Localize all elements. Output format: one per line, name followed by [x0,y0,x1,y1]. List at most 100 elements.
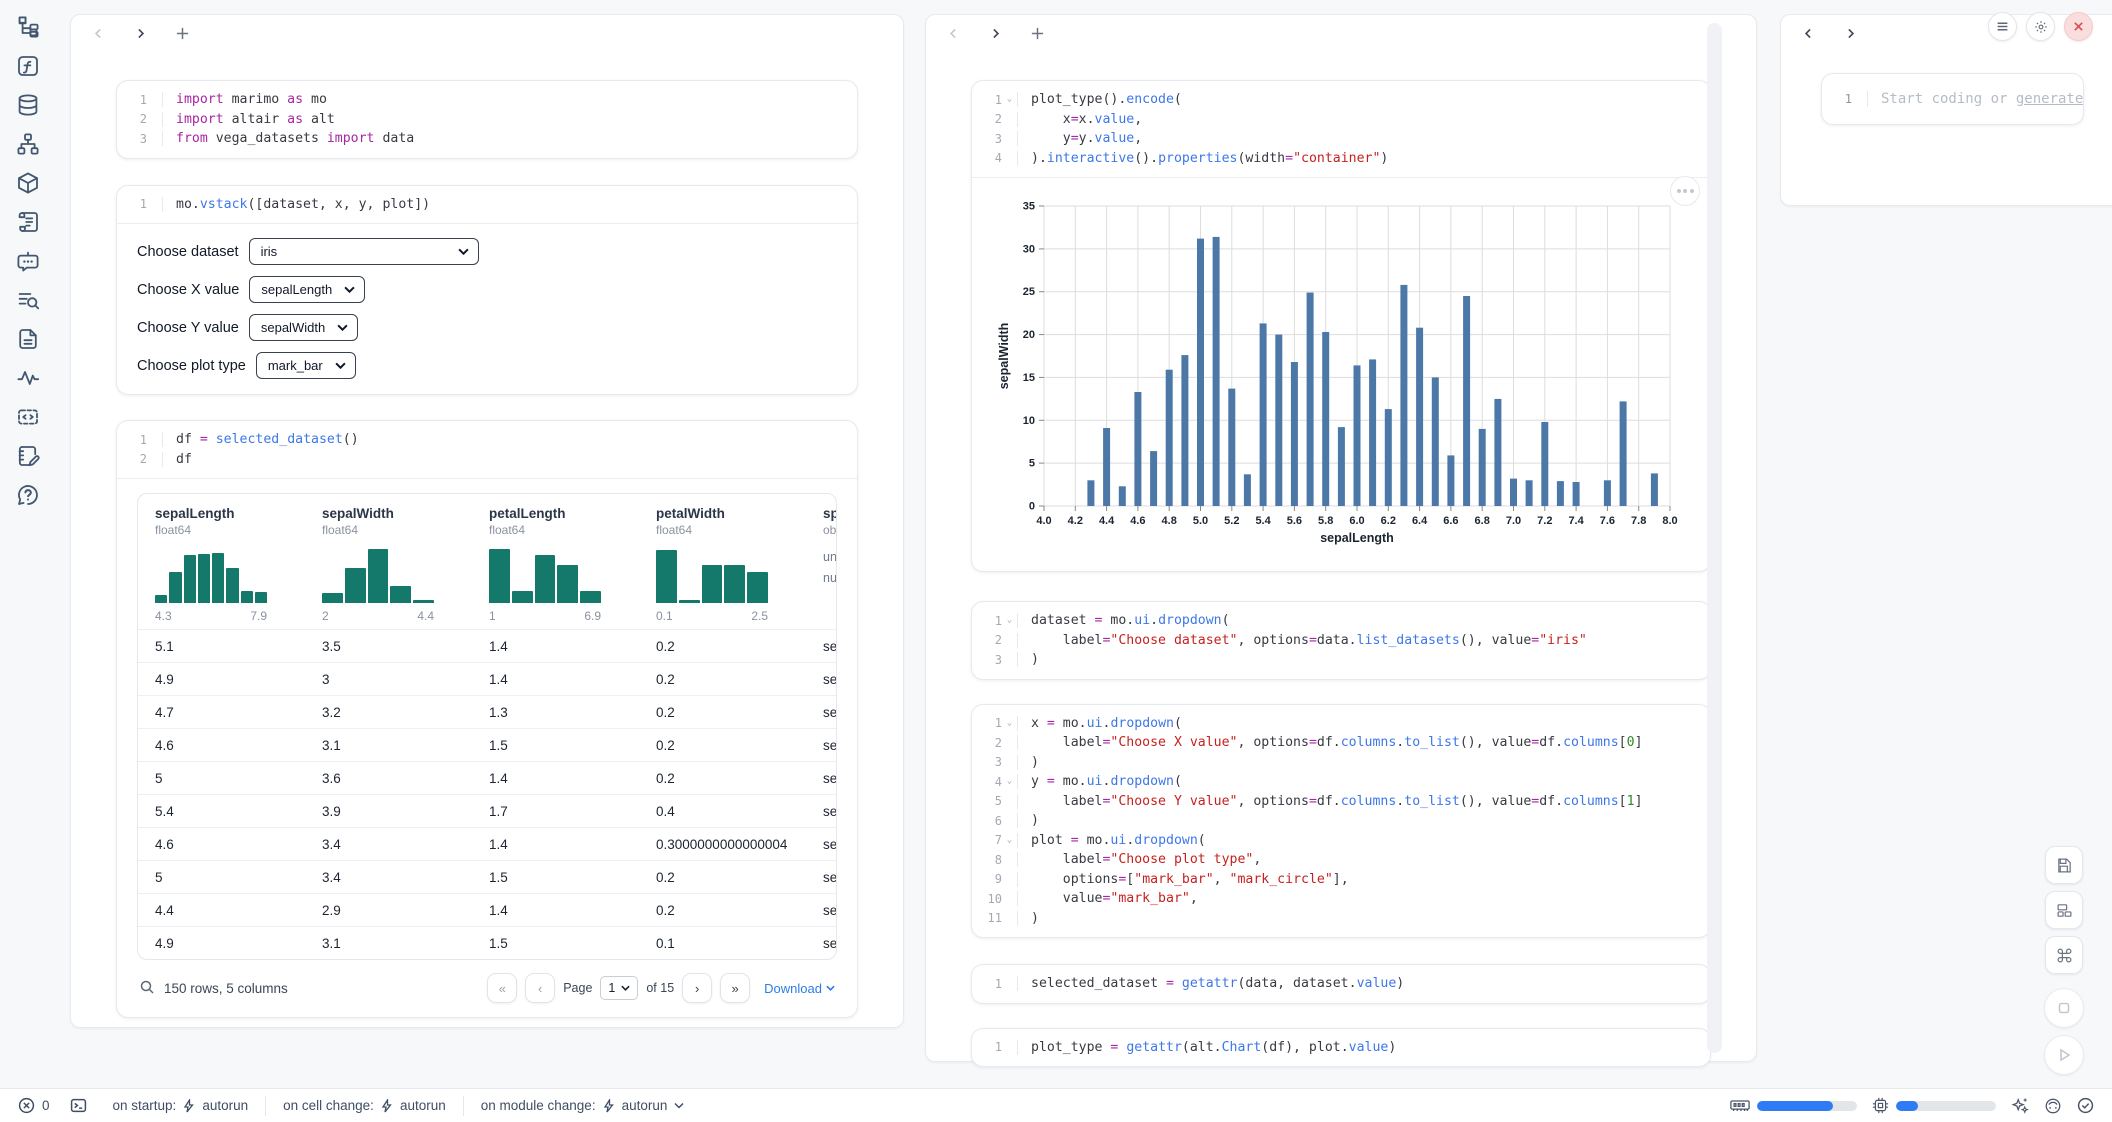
chat-bot-icon[interactable] [13,246,43,276]
snippets-icon[interactable] [13,402,43,432]
command-palette-button[interactable] [2045,936,2083,974]
xy-dropdown-cell-line[interactable]: 5 label="Choose Y value", options=df.col… [972,792,1710,812]
xy-dropdown-cell-line[interactable]: 4⌄y = mo.ui.dropdown( [972,772,1710,792]
function-square-icon[interactable] [13,51,43,81]
collapse-left-icon[interactable] [942,22,964,44]
dataset-dropdown-cell-line[interactable]: 2 label="Choose dataset", options=data.l… [972,631,1710,651]
table-row[interactable]: 4.931.40.2setosa [138,662,836,695]
cell-selected-dataset[interactable]: 1selected_dataset = getattr(data, datase… [971,964,1711,1004]
error-count[interactable]: 0 [18,1097,50,1114]
vstack-cell-line[interactable]: 1mo.vstack([dataset, x, y, plot]) [117,195,857,215]
collapse-right-icon[interactable] [984,22,1006,44]
xy-dropdown-cell-line[interactable]: 10 value="mark_bar", [972,889,1710,909]
xy-dropdown-cell-line[interactable]: 2 label="Choose X value", options=df.col… [972,733,1710,753]
first-page-button[interactable]: « [487,973,517,1003]
last-page-button[interactable]: » [720,973,750,1003]
run-all-button[interactable] [2044,1035,2084,1075]
encode-cell-line[interactable]: 2 x=x.value, [972,110,1710,130]
scratch-cell-line[interactable]: 1Start coding or generate with AI [1822,73,2083,125]
panel-scrollbar[interactable] [1707,23,1722,1053]
ram-usage[interactable] [1730,1098,1857,1113]
database-icon[interactable] [13,90,43,120]
bar-chart[interactable]: 051015202530354.04.24.44.64.85.05.25.45.… [992,192,1711,554]
cell-vstack[interactable]: 1mo.vstack([dataset, x, y, plot]) Choose… [116,185,858,396]
close-button[interactable] [2064,12,2093,41]
download-button[interactable]: Download [764,981,835,996]
fold-chevron-icon[interactable]: ⌄ [1002,95,1017,104]
dropdown-choose-dataset[interactable]: iris [249,238,479,265]
encode-cell-line[interactable]: 1⌄plot_type().encode( [972,90,1710,110]
cell-new-empty[interactable]: 1Start coding or generate with AI [1821,73,2084,125]
imports-cell-line[interactable]: 1import marimo as mo [117,90,857,110]
df-cell-line[interactable]: 1df = selected_dataset() [117,430,857,450]
dropdown-choose-x-value[interactable]: sepalLength [249,276,365,303]
table-row[interactable]: 4.42.91.40.2setosa [138,893,836,926]
dropdown-choose-y-value[interactable]: sepalWidth [249,314,358,341]
xy-dropdown-cell-line[interactable]: 1⌄x = mo.ui.dropdown( [972,714,1710,734]
xy-dropdown-cell-line[interactable]: 8 label="Choose plot type", [972,850,1710,870]
collapse-left-icon[interactable] [1797,22,1819,44]
tracing-activity-icon[interactable] [13,363,43,393]
encode-cell-line[interactable]: 3 y=y.value, [972,129,1710,149]
layout-toggle-button[interactable] [2045,891,2083,929]
table-row[interactable]: 5.43.91.70.4setosa [138,794,836,827]
next-page-button[interactable]: › [682,973,712,1003]
add-cell-icon[interactable] [1026,22,1048,44]
table-row[interactable]: 4.63.41.40.3000000000000004setosa [138,827,836,860]
column-header-species[interactable]: speciesobject [806,506,837,537]
cell-dataset-dropdown[interactable]: 1⌄dataset = mo.ui.dropdown(2 label="Choo… [971,601,1711,680]
package-icon[interactable] [13,168,43,198]
logs-scroll-icon[interactable] [13,207,43,237]
settings-gear-button[interactable] [2026,12,2055,41]
selected-dataset-cell-line[interactable]: 1selected_dataset = getattr(data, datase… [972,974,1710,994]
cell-chart[interactable]: 1⌄plot_type().encode(2 x=x.value,3 y=y.v… [971,80,1711,572]
chart-menu-icon[interactable] [1670,176,1700,206]
cell-plot-type[interactable]: 1plot_type = getattr(alt.Chart(df), plot… [971,1028,1711,1068]
copilot-button[interactable] [2044,1097,2062,1115]
cpu-usage[interactable] [1872,1097,1996,1114]
table-row[interactable]: 4.93.11.50.1setosa [138,926,836,959]
menu-button[interactable] [1988,12,2017,41]
xy-dropdown-cell-line[interactable]: 6) [972,811,1710,831]
collapse-left-icon[interactable] [87,22,109,44]
collapse-right-icon[interactable] [129,22,151,44]
cell-imports[interactable]: 1import marimo as mo2import altair as al… [116,80,858,159]
xy-dropdown-cell-line[interactable]: 3) [972,753,1710,773]
collapse-right-icon[interactable] [1839,22,1861,44]
documentation-icon[interactable] [13,324,43,354]
df-cell-line[interactable]: 2df [117,450,857,470]
prev-page-button[interactable]: ‹ [525,973,555,1003]
dependency-graph-icon[interactable] [13,129,43,159]
on-module-change-setting[interactable]: on module change: autorun [481,1098,685,1113]
encode-cell-line[interactable]: 4).interactive().properties(width="conta… [972,149,1710,169]
table-row[interactable]: 53.61.40.2setosa [138,761,836,794]
xy-dropdown-cell-line[interactable]: 7⌄plot = mo.ui.dropdown( [972,831,1710,851]
column-header-petalWidth[interactable]: petalWidthfloat64 [639,506,806,537]
dataset-dropdown-cell-line[interactable]: 3) [972,650,1710,670]
table-row[interactable]: 5.13.51.40.2setosa [138,629,836,662]
help-icon[interactable] [13,480,43,510]
table-row[interactable]: 53.41.50.2setosa [138,860,836,893]
column-header-sepalLength[interactable]: sepalLengthfloat64 [138,506,305,537]
stop-button[interactable] [2044,988,2084,1028]
save-button[interactable] [2045,846,2083,884]
fold-chevron-icon[interactable]: ⌄ [1002,777,1017,786]
ai-sparkles-button[interactable] [2011,1097,2029,1115]
fold-chevron-icon[interactable]: ⌄ [1002,836,1017,845]
scratchpad-icon[interactable] [13,441,43,471]
cell-dataframe[interactable]: 1df = selected_dataset()2df sepalLengthf… [116,420,858,1018]
on-startup-setting[interactable]: on startup: autorun [113,1098,249,1113]
table-row[interactable]: 4.73.21.30.2setosa [138,695,836,728]
terminal-button[interactable] [70,1097,87,1114]
file-tree-icon[interactable] [13,12,43,42]
list-search-icon[interactable] [13,285,43,315]
imports-cell-line[interactable]: 2import altair as alt [117,110,857,130]
fold-chevron-icon[interactable]: ⌄ [1002,719,1017,728]
table-search-icon[interactable] [139,979,155,998]
column-header-sepalWidth[interactable]: sepalWidthfloat64 [305,506,472,537]
table-row[interactable]: 4.63.11.50.2setosa [138,728,836,761]
on-cell-change-setting[interactable]: on cell change: autorun [283,1098,446,1113]
dataset-dropdown-cell-line[interactable]: 1⌄dataset = mo.ui.dropdown( [972,611,1710,631]
plot-type-cell-line[interactable]: 1plot_type = getattr(alt.Chart(df), plot… [972,1038,1710,1058]
column-header-petalLength[interactable]: petalLengthfloat64 [472,506,639,537]
